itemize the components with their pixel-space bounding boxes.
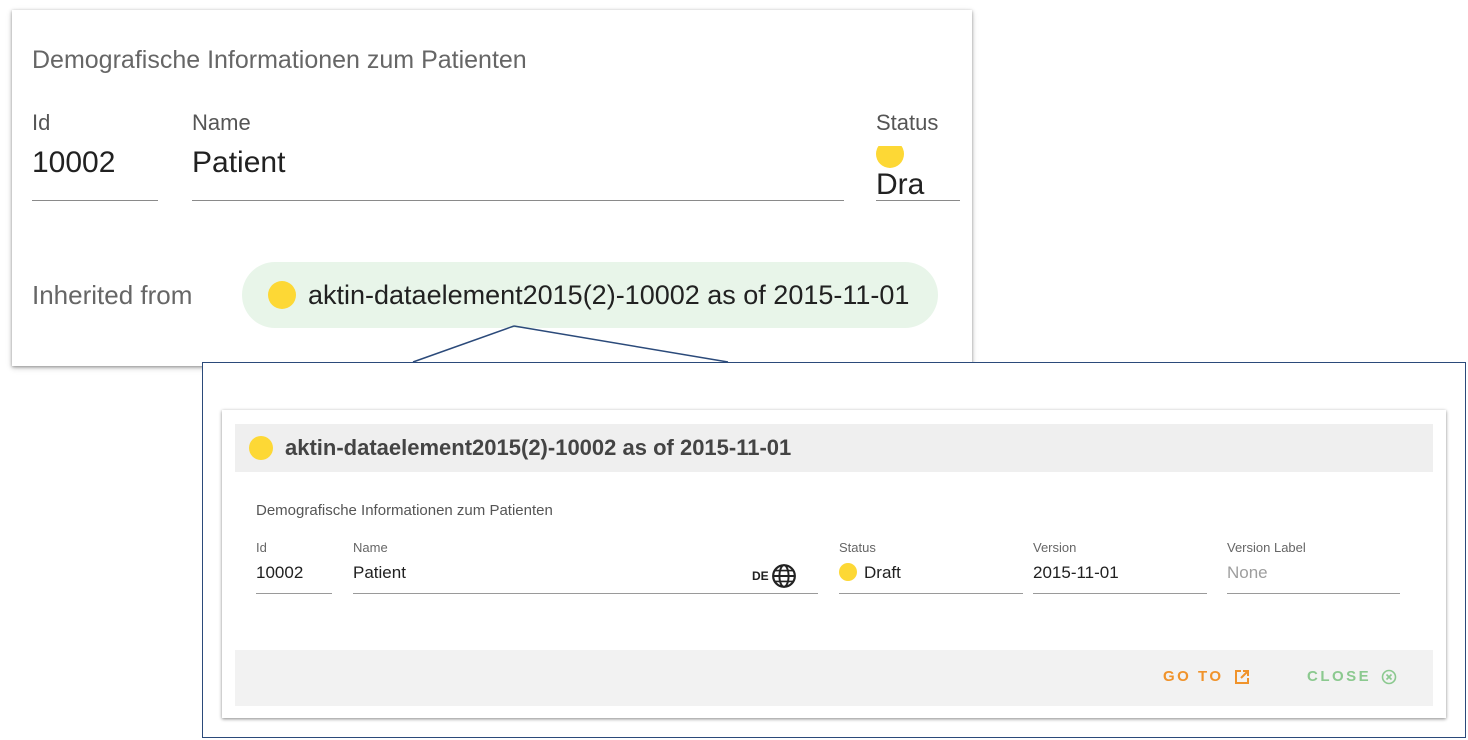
- status-dot-icon: [249, 436, 273, 460]
- status-label: Status: [876, 110, 939, 135]
- popup-version-label: Version: [1033, 540, 1077, 555]
- globe-icon: [771, 564, 796, 588]
- inherited-from-label: Inherited from: [32, 280, 193, 310]
- popup-status-value: Draft: [864, 563, 901, 582]
- status-dot-icon: [876, 146, 904, 168]
- close-button[interactable]: CLOSE: [1307, 668, 1397, 685]
- popup-status-underline: [839, 593, 1023, 594]
- goto-button[interactable]: GO TO: [1163, 668, 1250, 685]
- inherited-element-popup: aktin-dataelement2015(2)-10002 as of 201…: [222, 410, 1446, 718]
- id-value: 10002: [32, 146, 116, 179]
- name-underline: [192, 200, 844, 201]
- popup-id-label: Id: [256, 540, 267, 555]
- id-label: Id: [32, 110, 51, 135]
- element-description: Demografische Informationen zum Patiente…: [32, 46, 527, 74]
- language-selector[interactable]: DE: [752, 563, 797, 589]
- name-label: Name: [192, 110, 251, 135]
- popup-name-label: Name: [353, 540, 388, 555]
- popup-version-underline: [1033, 593, 1207, 594]
- popup-description: Demografische Informationen zum Patiente…: [256, 502, 553, 519]
- inherited-from-value: aktin-dataelement2015(2)-10002 as of 201…: [308, 279, 910, 310]
- name-value: Patient: [192, 146, 286, 179]
- popup-version-label-underline: [1227, 593, 1400, 594]
- popup-title: aktin-dataelement2015(2)-10002 as of 201…: [285, 435, 792, 460]
- status-underline: [876, 200, 960, 201]
- popup-version-label-value: None: [1227, 563, 1268, 582]
- popup-name-underline: [353, 593, 818, 594]
- inherited-from-chip[interactable]: aktin-dataelement2015(2)-10002 as of 201…: [242, 262, 938, 328]
- element-card: Demografische Informationen zum Patiente…: [12, 10, 972, 366]
- popup-status-label: Status: [839, 540, 876, 555]
- popup-name-value: Patient: [353, 563, 406, 582]
- status-dot-icon: [268, 281, 296, 309]
- popup-id-underline: [256, 593, 332, 594]
- popup-version-label-label: Version Label: [1227, 540, 1306, 555]
- open-in-new-icon: [1234, 669, 1249, 684]
- popup-footer: GO TO CLOSE: [235, 650, 1433, 706]
- popup-id-value: 10002: [256, 563, 304, 582]
- close-circle-icon: [1381, 669, 1397, 684]
- id-underline: [32, 200, 158, 201]
- goto-button-label: GO TO: [1163, 668, 1224, 685]
- popup-status-field: Draft: [839, 563, 901, 583]
- close-button-label: CLOSE: [1307, 668, 1372, 685]
- popup-header: aktin-dataelement2015(2)-10002 as of 201…: [235, 424, 1433, 472]
- popup-version-value: 2015-11-01: [1033, 563, 1119, 582]
- status-dot-icon: [839, 563, 857, 582]
- status-value: Dra: [876, 168, 925, 201]
- status-field: Dra: [876, 146, 960, 206]
- language-code: DE: [752, 569, 769, 583]
